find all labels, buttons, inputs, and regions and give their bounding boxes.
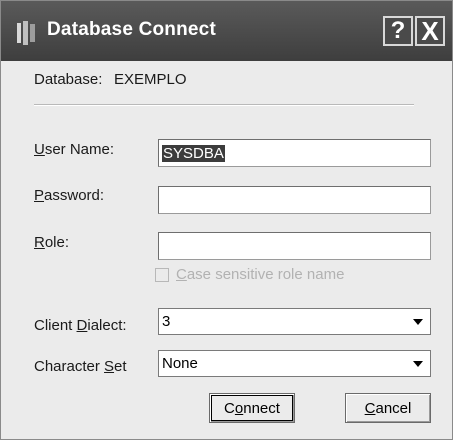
case-sensitive-accel: C	[176, 266, 187, 283]
close-icon: X	[421, 15, 439, 46]
user-name-label: User Name:	[34, 141, 114, 158]
user-name-label-text: ser Name:	[44, 141, 115, 158]
database-icon	[17, 21, 35, 45]
dropdown-arrow-icon[interactable]	[407, 352, 429, 375]
connect-label-pre: C	[224, 399, 235, 417]
character-set-label-pre: Character	[34, 358, 105, 375]
database-connect-dialog: Database Connect ? X Database: EXEMPLO U…	[0, 0, 453, 440]
case-sensitive-label: Case sensitive role name	[176, 266, 344, 283]
password-input[interactable]	[158, 186, 431, 214]
password-accel: P	[34, 187, 45, 204]
character-set-value: None	[162, 355, 198, 372]
database-value: EXEMPLO	[114, 71, 187, 88]
role-label-text: ole:	[44, 234, 70, 251]
cancel-accel: C	[364, 399, 376, 417]
character-set-accel: S	[104, 358, 115, 375]
case-sensitive-label-text: ase sensitive role name	[186, 266, 345, 283]
dropdown-arrow-icon[interactable]	[407, 310, 429, 333]
divider	[34, 104, 414, 106]
window-title: Database Connect	[47, 19, 216, 40]
character-set-label-text: et	[114, 358, 127, 375]
client-dialect-select[interactable]: 3	[158, 308, 431, 335]
password-label: Password:	[34, 187, 104, 204]
client-dialect-label-pre: Client	[34, 317, 77, 334]
connect-label-rest: nnect	[243, 399, 280, 417]
connect-accel: o	[234, 399, 244, 417]
character-set-select[interactable]: None	[158, 350, 431, 377]
database-label: Database:	[34, 71, 103, 88]
role-label: Role:	[34, 234, 69, 251]
title-bar[interactable]: Database Connect ? X	[1, 1, 452, 61]
case-sensitive-checkbox[interactable]	[155, 268, 169, 282]
cancel-button[interactable]: Cancel	[345, 393, 431, 423]
character-set-label: Character Set	[34, 358, 127, 375]
client-dialect-value: 3	[162, 313, 171, 330]
client-dialect-accel: D	[76, 317, 88, 334]
help-icon: ?	[390, 17, 406, 44]
close-button[interactable]: X	[415, 16, 445, 46]
help-button[interactable]: ?	[383, 16, 413, 46]
user-name-accel: U	[34, 141, 45, 158]
connect-button[interactable]: Co nnect	[209, 393, 295, 423]
client-dialect-label: Client Dialect:	[34, 317, 127, 334]
client-dialect-label-text: ialect:	[87, 317, 127, 334]
password-label-text: assword:	[44, 187, 105, 204]
role-accel: R	[34, 234, 45, 251]
role-input[interactable]	[158, 232, 431, 260]
cancel-label-rest: ancel	[375, 399, 412, 417]
user-name-value: SYSDBA	[162, 145, 225, 162]
user-name-input[interactable]: SYSDBA	[158, 139, 431, 167]
